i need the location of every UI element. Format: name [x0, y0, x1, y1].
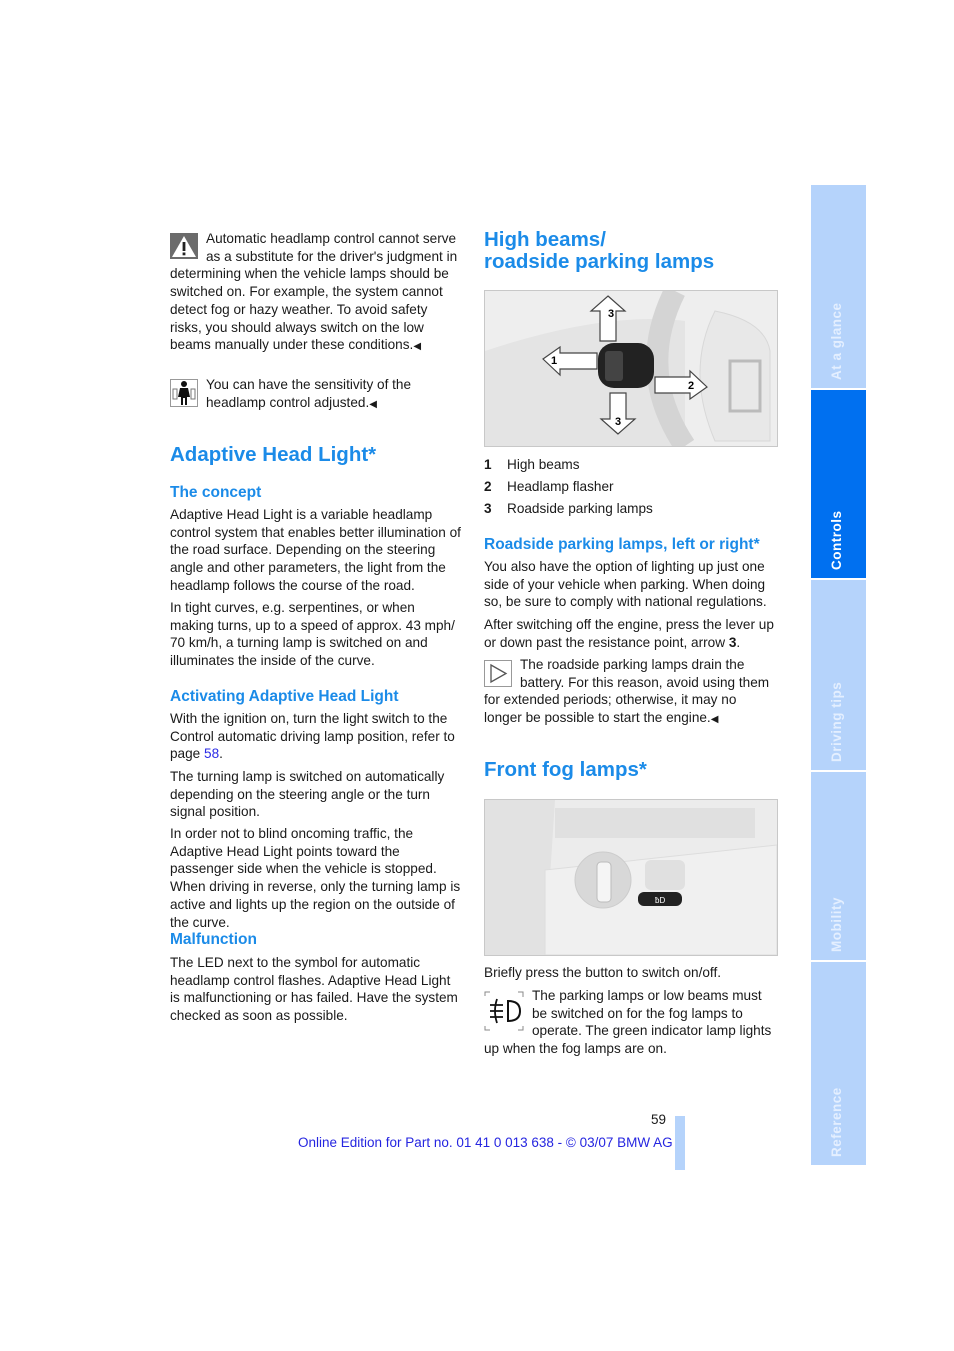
- heading-the-concept: The concept: [170, 484, 262, 501]
- turn-signal-lever-illustration: 3 1 2 3: [485, 291, 777, 446]
- footer-edition: Online Edition for Part no. 01 41 0 013 …: [298, 1135, 673, 1150]
- warning-triangle-icon: [170, 233, 198, 259]
- high-beam-lever-figure: 3 1 2 3: [484, 290, 778, 447]
- tab-driving-tips[interactable]: Driving tips: [811, 580, 866, 770]
- concept-paragraph-2: In tight curves, e.g. serpentines, or wh…: [170, 600, 455, 669]
- battery-note: The roadside parking lamps drain the bat…: [484, 657, 770, 726]
- heading-roadside-parking: Roadside parking lamps, left or right*: [484, 536, 760, 553]
- service-note: You can have the sensitivity of the head…: [170, 376, 462, 413]
- tab-at-a-glance[interactable]: At a glance: [811, 185, 866, 388]
- section-title-high-beams: High beams/roadside parking lamps: [484, 228, 715, 273]
- activating-paragraph-1: With the ignition on, turn the light swi…: [170, 711, 455, 762]
- arrow-label-1: 1: [551, 355, 557, 367]
- tab-controls[interactable]: Controls: [811, 390, 866, 578]
- service-person-icon: [170, 379, 198, 407]
- activating-paragraph-2: The turning lamp is switched on automati…: [170, 769, 445, 820]
- heading-malfunction: Malfunction: [170, 931, 257, 948]
- legend-item: 3 Roadside parking lamps: [484, 501, 653, 516]
- arrow-label-2: 2: [688, 380, 694, 392]
- heading-activating: Activating Adaptive Head Light: [170, 688, 399, 705]
- tab-reference[interactable]: Reference: [811, 962, 866, 1165]
- footer-bar: [675, 1116, 685, 1170]
- legend-item: 2 Headlamp flasher: [484, 479, 614, 494]
- section-title-front-fog-lamps: Front fog lamps*: [484, 758, 647, 781]
- arrow-label-3-down: 3: [615, 416, 621, 428]
- fog-lamp-switch-figure: ƀD: [484, 799, 778, 956]
- tab-mobility[interactable]: Mobility: [811, 772, 866, 960]
- activating-paragraph-3: In order not to blind oncoming traffic, …: [170, 826, 461, 930]
- legend-item: 1 High beams: [484, 457, 580, 472]
- arrow-label-3-up: 3: [608, 308, 614, 320]
- roadside-paragraph-2: After switching off the engine, press th…: [484, 617, 774, 650]
- page-number: 59: [651, 1112, 667, 1127]
- concept-paragraph-1: Adaptive Head Light is a variable headla…: [170, 507, 461, 593]
- roadside-paragraph-1: You also have the option of lighting up …: [484, 559, 767, 610]
- note-triangle-icon: [484, 660, 512, 687]
- figure-legend: 1 High beams 2 Headlamp flasher 3 Roadside …: [484, 456, 776, 522]
- fog-indicator-note: The parking lamps or low beams must be s…: [484, 988, 772, 1057]
- fog-paragraph-1: Briefly press the button to switch on/of…: [484, 965, 722, 980]
- warning-note: Automatic headlamp control cannot serve …: [170, 231, 458, 353]
- section-title-adaptive-head-light: Adaptive Head Light*: [170, 443, 377, 466]
- fog-lamp-indicator-icon: [484, 991, 524, 1031]
- malfunction-paragraph: The LED next to the symbol for automatic…: [170, 955, 458, 1024]
- page-58-link[interactable]: 58: [204, 746, 219, 761]
- svg-text:ƀD: ƀD: [655, 896, 665, 905]
- light-switch-illustration: ƀD: [485, 800, 777, 955]
